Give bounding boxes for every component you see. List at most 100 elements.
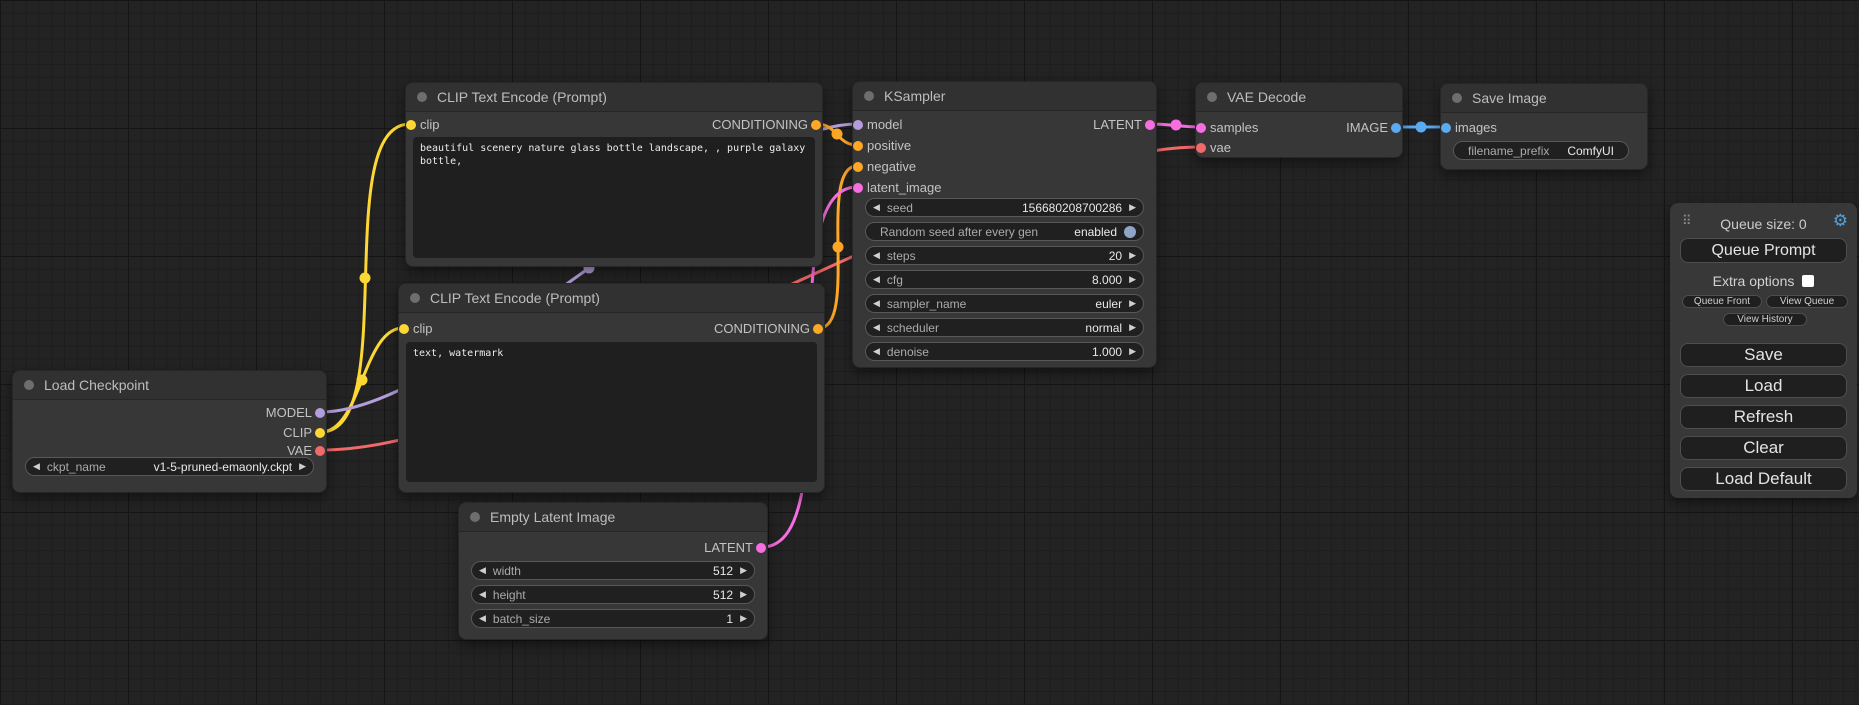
- latent-output-port[interactable]: [1145, 120, 1155, 130]
- increment-arrow-icon[interactable]: ▶: [1129, 323, 1136, 332]
- collapse-dot-icon[interactable]: [410, 293, 420, 303]
- node-vae-decode[interactable]: VAE Decode samples IMAGE vae: [1195, 82, 1403, 158]
- node-titlebar[interactable]: Load Checkpoint: [13, 371, 326, 400]
- collapse-dot-icon[interactable]: [470, 512, 480, 522]
- output-row-clip: CLIP: [13, 424, 326, 442]
- batch-size-widget[interactable]: ◀ batch_size 1 ▶: [471, 609, 755, 628]
- collapse-dot-icon[interactable]: [1452, 93, 1462, 103]
- decrement-arrow-icon[interactable]: ◀: [873, 323, 880, 332]
- vae-input-port[interactable]: [1196, 143, 1206, 153]
- negative-prompt-textarea[interactable]: text, watermark: [406, 342, 817, 482]
- extra-options-row: Extra options: [1670, 273, 1857, 288]
- input-row-positive: positive: [853, 137, 1156, 155]
- decrement-arrow-icon[interactable]: ◀: [479, 566, 486, 575]
- queue-panel: ⠿ Queue size: 0 ⚙ Queue Prompt Extra opt…: [1670, 203, 1857, 498]
- queue-size-label: Queue size: 0: [1670, 216, 1857, 232]
- positive-prompt-textarea[interactable]: beautiful scenery nature glass bottle la…: [413, 137, 815, 258]
- negative-input-port[interactable]: [853, 162, 863, 172]
- load-default-button[interactable]: Load Default: [1680, 467, 1847, 491]
- samples-input-port[interactable]: [1196, 123, 1206, 133]
- load-button[interactable]: Load: [1680, 374, 1847, 398]
- seed-widget[interactable]: ◀ seed 156680208700286 ▶: [865, 198, 1144, 217]
- collapse-dot-icon[interactable]: [417, 92, 427, 102]
- queue-front-button[interactable]: Queue Front: [1682, 295, 1762, 308]
- collapse-dot-icon[interactable]: [24, 380, 34, 390]
- increment-arrow-icon[interactable]: ▶: [740, 566, 747, 575]
- node-titlebar[interactable]: Empty Latent Image: [459, 503, 767, 532]
- clear-button[interactable]: Clear: [1680, 436, 1847, 460]
- cfg-widget[interactable]: ◀ cfg 8.000 ▶: [865, 270, 1144, 289]
- decrement-arrow-icon[interactable]: ◀: [873, 299, 880, 308]
- collapse-dot-icon[interactable]: [864, 91, 874, 101]
- denoise-widget[interactable]: ◀ denoise 1.000 ▶: [865, 342, 1144, 361]
- input-row-negative: negative: [853, 158, 1156, 176]
- random-seed-toggle-widget[interactable]: Random seed after every gen enabled: [865, 222, 1144, 241]
- io-row-clip-conditioning: clip CONDITIONING: [399, 320, 824, 338]
- steps-widget[interactable]: ◀ steps 20 ▶: [865, 246, 1144, 265]
- view-history-button[interactable]: View History: [1723, 313, 1807, 326]
- clip-input-port[interactable]: [399, 324, 409, 334]
- save-button[interactable]: Save: [1680, 343, 1847, 367]
- node-titlebar[interactable]: VAE Decode: [1196, 83, 1402, 112]
- node-ksampler[interactable]: KSampler model LATENT positive negative …: [852, 81, 1157, 368]
- clip-input-port[interactable]: [406, 120, 416, 130]
- ckpt-name-widget[interactable]: ◀ ckpt_name v1-5-pruned-emaonly.ckpt ▶: [25, 457, 314, 476]
- vae-output-port[interactable]: [315, 446, 325, 456]
- decrement-arrow-icon[interactable]: ◀: [873, 275, 880, 284]
- clip-output-port[interactable]: [315, 428, 325, 438]
- decrement-arrow-icon[interactable]: ◀: [873, 203, 880, 212]
- node-titlebar[interactable]: CLIP Text Encode (Prompt): [406, 83, 822, 112]
- latent-image-input-port[interactable]: [853, 183, 863, 193]
- decrement-arrow-icon[interactable]: ◀: [479, 614, 486, 623]
- increment-arrow-icon[interactable]: ▶: [299, 462, 306, 471]
- extra-options-label: Extra options: [1713, 273, 1795, 289]
- model-output-port[interactable]: [315, 408, 325, 418]
- node-titlebar[interactable]: CLIP Text Encode (Prompt): [399, 284, 824, 313]
- increment-arrow-icon[interactable]: ▶: [1129, 251, 1136, 260]
- settings-gear-icon[interactable]: ⚙: [1833, 212, 1848, 229]
- node-title: CLIP Text Encode (Prompt): [430, 290, 600, 306]
- width-widget[interactable]: ◀ width 512 ▶: [471, 561, 755, 580]
- queue-prompt-button[interactable]: Queue Prompt: [1680, 238, 1847, 263]
- filename-prefix-widget[interactable]: filename_prefix ComfyUI: [1453, 141, 1629, 160]
- node-empty-latent-image[interactable]: Empty Latent Image LATENT ◀ width 512 ▶ …: [458, 502, 768, 640]
- increment-arrow-icon[interactable]: ▶: [1129, 347, 1136, 356]
- positive-input-port[interactable]: [853, 141, 863, 151]
- refresh-button[interactable]: Refresh: [1680, 405, 1847, 429]
- node-load-checkpoint[interactable]: Load Checkpoint MODEL CLIP VAE ◀ ckpt_na…: [12, 370, 327, 493]
- images-input-port[interactable]: [1441, 123, 1451, 133]
- conditioning-output-port[interactable]: [813, 324, 823, 334]
- comfyui-canvas[interactable]: { "icons": { "arrow_left": "◀", "arrow_r…: [0, 0, 1859, 705]
- view-queue-button[interactable]: View Queue: [1766, 295, 1848, 308]
- node-titlebar[interactable]: Save Image: [1441, 84, 1647, 113]
- link-midpoint-dot: [360, 273, 371, 284]
- increment-arrow-icon[interactable]: ▶: [1129, 299, 1136, 308]
- model-input-port[interactable]: [853, 120, 863, 130]
- decrement-arrow-icon[interactable]: ◀: [479, 590, 486, 599]
- io-row-samples-image: samples IMAGE: [1196, 119, 1402, 137]
- increment-arrow-icon[interactable]: ▶: [1129, 275, 1136, 284]
- output-row-latent: LATENT: [459, 539, 767, 557]
- increment-arrow-icon[interactable]: ▶: [740, 614, 747, 623]
- increment-arrow-icon[interactable]: ▶: [1129, 203, 1136, 212]
- decrement-arrow-icon[interactable]: ◀: [873, 347, 880, 356]
- extra-options-checkbox[interactable]: [1802, 275, 1814, 287]
- node-titlebar[interactable]: KSampler: [853, 82, 1156, 111]
- latent-output-port[interactable]: [756, 543, 766, 553]
- node-clip-text-encode-negative[interactable]: CLIP Text Encode (Prompt) clip CONDITION…: [398, 283, 825, 493]
- node-title: VAE Decode: [1227, 89, 1306, 105]
- decrement-arrow-icon[interactable]: ◀: [33, 462, 40, 471]
- increment-arrow-icon[interactable]: ▶: [740, 590, 747, 599]
- decrement-arrow-icon[interactable]: ◀: [873, 251, 880, 260]
- node-title: Save Image: [1472, 90, 1547, 106]
- sampler-name-widget[interactable]: ◀ sampler_name euler ▶: [865, 294, 1144, 313]
- scheduler-widget[interactable]: ◀ scheduler normal ▶: [865, 318, 1144, 337]
- collapse-dot-icon[interactable]: [1207, 92, 1217, 102]
- height-widget[interactable]: ◀ height 512 ▶: [471, 585, 755, 604]
- image-output-port[interactable]: [1391, 123, 1401, 133]
- conditioning-output-port[interactable]: [811, 120, 821, 130]
- toggle-enabled-icon[interactable]: [1124, 226, 1136, 238]
- node-save-image[interactable]: Save Image images filename_prefix ComfyU…: [1440, 83, 1648, 170]
- node-title: KSampler: [884, 88, 945, 104]
- node-clip-text-encode-positive[interactable]: CLIP Text Encode (Prompt) clip CONDITION…: [405, 82, 823, 267]
